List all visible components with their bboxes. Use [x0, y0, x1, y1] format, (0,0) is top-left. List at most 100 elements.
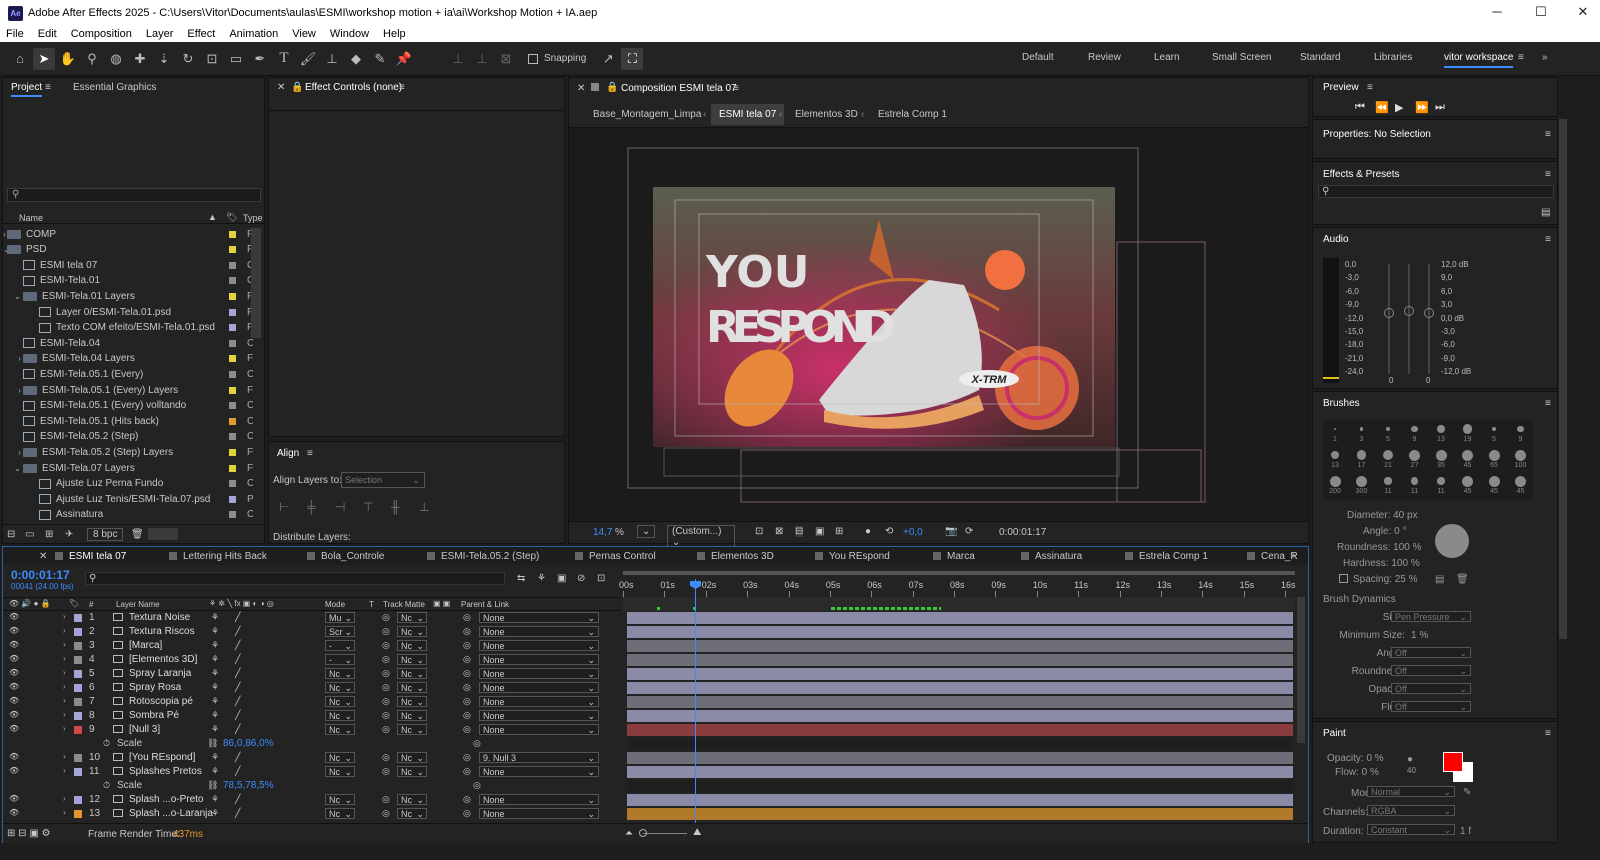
brush-tip[interactable] [1515, 475, 1526, 487]
constrain-link-icon[interactable]: ⛓ [207, 780, 218, 791]
brush-tip[interactable] [1515, 449, 1526, 461]
label-color-swatch[interactable] [229, 246, 236, 254]
brushes-menu-icon[interactable]: ≡ [1545, 398, 1551, 409]
twirl-icon[interactable]: › [63, 794, 66, 803]
layer-name[interactable]: Splashes Pretos [129, 766, 202, 777]
breadcrumb-base-montagem[interactable]: Base_Montagem_Limpa [593, 109, 701, 120]
parent-dropdown[interactable]: None ⌄ [479, 710, 599, 721]
next-frame-icon[interactable]: ⏩ [1415, 101, 1429, 114]
label-column-icon[interactable]: 🏷 [69, 599, 79, 608]
blend-mode-dropdown[interactable]: - ⌄ [325, 640, 355, 651]
close-button[interactable]: ✕ [1568, 4, 1598, 22]
zoom-tool-icon[interactable]: ⚲ [81, 48, 103, 70]
shy-switch-icon[interactable]: ⚘ [211, 724, 219, 735]
visibility-eye-icon[interactable]: 👁 [9, 696, 19, 705]
parent-dropdown[interactable]: 9. Null 3 ⌄ [479, 752, 599, 763]
track-matte-dropdown[interactable]: Nc ⌄ [397, 766, 427, 777]
dynamics-dropdown[interactable]: Off ⌄ [1391, 683, 1471, 694]
clone-stamp-tool-icon[interactable]: ⊥ [321, 48, 343, 70]
layer-label-color[interactable] [74, 614, 82, 622]
matte-link-icon[interactable]: ◎ [382, 668, 390, 679]
blend-mode-dropdown[interactable]: Nc ⌄ [325, 682, 355, 693]
align-menu-icon[interactable]: ≡ [307, 448, 313, 459]
hand-tool-icon[interactable]: ✋ [57, 48, 79, 70]
blend-mode-dropdown[interactable]: Nc ⌄ [325, 710, 355, 721]
twirl-icon[interactable]: › [63, 640, 66, 649]
visibility-eye-icon[interactable]: 👁 [9, 654, 19, 663]
twirl-icon[interactable]: › [63, 808, 66, 817]
workspace-small-screen[interactable]: Small Screen [1212, 52, 1271, 63]
timeline-tab[interactable]: Pernas Control [589, 551, 656, 562]
spacing-checkbox[interactable] [1339, 574, 1348, 583]
play-icon[interactable]: ▶ [1395, 101, 1403, 114]
layer-duration-bar[interactable] [627, 668, 1293, 680]
dynamics-dropdown[interactable]: Off ⌄ [1391, 647, 1471, 658]
layer-label-color[interactable] [74, 642, 82, 650]
align-hcenter-icon[interactable]: ╪ [307, 500, 316, 514]
twirl-icon[interactable]: › [63, 766, 66, 775]
lock-icon[interactable]: 🔒 [291, 82, 303, 93]
tab-project[interactable]: Project [11, 82, 43, 97]
shy-switch-icon[interactable]: ⚘ [211, 752, 219, 763]
menu-edit[interactable]: Edit [38, 28, 57, 40]
brush-tip[interactable] [1329, 475, 1341, 487]
property-value[interactable]: 78,5,78,5% [223, 780, 274, 791]
dolly-tool-icon[interactable]: ⇣ [153, 48, 175, 70]
matte-link-icon[interactable]: ◎ [382, 654, 390, 665]
blend-mode-dropdown[interactable]: Nc ⌄ [325, 668, 355, 679]
project-item[interactable]: ⌄ PSDFo [3, 242, 253, 258]
last-frame-icon[interactable]: ⏭ [1435, 101, 1445, 114]
layer-duration-bar[interactable] [627, 794, 1293, 806]
right-panel-scrollbar[interactable] [1559, 119, 1567, 639]
layer-name[interactable]: Splash ...o-Preto [129, 794, 203, 805]
align-bottom-icon[interactable]: ⊥ [419, 500, 429, 514]
align-to-dropdown[interactable]: Selection ⌄ [341, 472, 425, 488]
blend-mode-dropdown[interactable]: Mu ⌄ [325, 612, 355, 623]
pickwhip-icon[interactable]: ◎ [463, 724, 471, 735]
timeline-tab[interactable]: ESMI tela 07 [69, 551, 126, 562]
property-value[interactable]: 86,0,86,0% [223, 738, 274, 749]
adjust-icon[interactable]: ✈ [65, 529, 73, 540]
parent-dropdown[interactable]: None ⌄ [479, 766, 599, 777]
layer-duration-bar[interactable] [627, 654, 1293, 666]
matte-link-icon[interactable]: ◎ [382, 724, 390, 735]
pickwhip-icon[interactable]: ◎ [463, 794, 471, 805]
parent-dropdown[interactable]: None ⌄ [479, 682, 599, 693]
pickwhip-icon[interactable]: ◎ [463, 682, 471, 693]
comp-timecode[interactable]: 0:00:01:17 [999, 527, 1046, 538]
workspace-menu-icon[interactable]: ≡ [1518, 52, 1524, 63]
layer-label-color[interactable] [74, 754, 82, 762]
audio-title[interactable]: Audio [1323, 234, 1349, 245]
track-matte-dropdown[interactable]: Nc ⌄ [397, 626, 427, 637]
align-top-icon[interactable]: ⊤ [363, 500, 373, 514]
layer-name[interactable]: Spray Laranja [129, 668, 191, 679]
twirl-icon[interactable]: › [63, 626, 66, 635]
label-color-swatch[interactable] [229, 324, 236, 332]
dynamics-value[interactable]: 1 % [1411, 630, 1428, 641]
tab-essential-graphics[interactable]: Essential Graphics [73, 82, 156, 93]
layer-name[interactable]: Spray Rosa [129, 682, 181, 693]
brush-tip[interactable] [1488, 449, 1500, 461]
layer-duration-bar[interactable] [627, 766, 1293, 778]
twirl-icon[interactable]: ⌄ [3, 464, 23, 473]
zoom-value[interactable]: 14,7 [593, 527, 612, 538]
project-item[interactable]: ESMI-Tela.05.1 (Hits back) C [3, 413, 253, 429]
brush-tip-grid[interactable]: 1 3 5 9 13 19 5 9 13 17 21 27 35 45 65 100 200 300 11 11 11 4… [1323, 420, 1533, 500]
matte-link-icon[interactable]: ◎ [382, 710, 390, 721]
close-comp-icon[interactable]: ✕ [577, 83, 585, 94]
selection-tool-icon[interactable]: ➤ [33, 47, 55, 70]
brush-tip[interactable] [1488, 475, 1500, 487]
shy-switch-icon[interactable]: ⚘ [211, 654, 219, 665]
parent-dropdown[interactable]: None ⌄ [479, 794, 599, 805]
layer-label-color[interactable] [74, 810, 82, 818]
brush-tip[interactable] [1382, 449, 1394, 461]
track-matte-dropdown[interactable]: Nc ⌄ [397, 808, 427, 819]
layer-name[interactable]: [Null 3] [129, 724, 160, 735]
visibility-eye-icon[interactable]: 👁 [9, 626, 19, 635]
matte-link-icon[interactable]: ◎ [382, 640, 390, 651]
label-color-swatch[interactable] [229, 511, 236, 519]
home-icon[interactable]: ⌂ [9, 48, 31, 70]
label-column-icon[interactable]: 🏷 [226, 212, 237, 223]
label-color-swatch[interactable] [229, 355, 236, 363]
snap-edge-icon[interactable]: ↗ [597, 48, 619, 70]
